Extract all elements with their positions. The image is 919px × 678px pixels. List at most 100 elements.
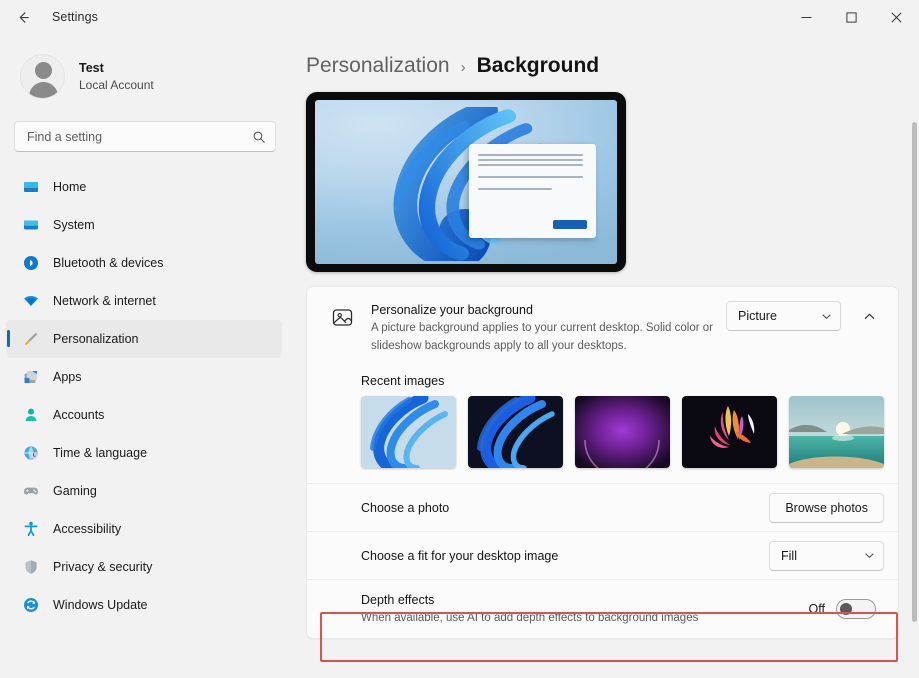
search-input[interactable] [27, 129, 252, 144]
title-bar: Settings [0, 0, 919, 34]
wallpaper-flower-dark[interactable] [682, 396, 777, 469]
sidebar-item-label: Accounts [53, 408, 105, 422]
sidebar-item-label: Privacy & security [53, 560, 153, 574]
collapse-section-button[interactable] [854, 301, 884, 331]
choose-fit-value: Fill [781, 548, 797, 563]
depth-effects-state-label: Off [808, 602, 825, 617]
chevron-down-icon [821, 311, 832, 322]
gamepad-icon [22, 483, 39, 500]
paintbrush-icon [22, 331, 39, 348]
sidebar-item-bluetooth[interactable]: Bluetooth & devices [6, 244, 282, 282]
settings-window: Settings Test Local Account Find a setti… [0, 0, 919, 678]
content-pane: Personalization › Background Personalize… [292, 34, 919, 678]
sidebar-item-label: Home [53, 180, 87, 194]
preview-window-card [469, 144, 596, 238]
wallpaper-bloom-light[interactable] [361, 396, 456, 469]
sidebar-item-network[interactable]: Network & internet [6, 282, 282, 320]
depth-effects-toggle-group: Off [808, 599, 884, 620]
account-type: Local Account [79, 77, 154, 92]
choose-photo-row: Choose a photo Browse photos [307, 483, 898, 531]
sidebar-item-label: Bluetooth & devices [53, 256, 164, 270]
sidebar-item-label: System [53, 218, 95, 232]
accounts-icon [22, 407, 39, 424]
sidebar-item-time-language[interactable]: Time & language [6, 434, 282, 472]
update-refresh-icon [22, 597, 39, 614]
account-name: Test [79, 60, 104, 75]
globe-clock-icon [22, 445, 39, 462]
network-wifi-icon [22, 293, 39, 310]
wallpaper-bloom-dark[interactable] [468, 396, 563, 469]
personalize-text: Personalize your background A picture ba… [371, 301, 726, 355]
shield-icon [22, 559, 39, 576]
sidebar-item-apps[interactable]: Apps [6, 358, 282, 396]
sidebar-item-label: Gaming [53, 484, 97, 498]
window-title: Settings [52, 10, 98, 24]
breadcrumb: Personalization › Background [292, 34, 919, 78]
breadcrumb-parent[interactable]: Personalization [306, 54, 450, 78]
minimize-button[interactable] [784, 0, 829, 34]
system-icon [22, 217, 39, 234]
recent-images-list [361, 396, 884, 469]
sidebar-item-accounts[interactable]: Accounts [6, 396, 282, 434]
sidebar-item-gaming[interactable]: Gaming [6, 472, 282, 510]
recent-images-label: Recent images [361, 374, 445, 389]
sidebar-nav: Home System Bluetooth & devices Network … [0, 168, 292, 624]
recent-images-section: Recent images [307, 369, 898, 483]
account-summary[interactable]: Test Local Account [0, 34, 292, 99]
background-type-dropdown[interactable]: Picture [726, 301, 841, 331]
preview-area [292, 78, 919, 272]
browse-photos-button[interactable]: Browse photos [769, 492, 884, 523]
search-box[interactable] [14, 121, 276, 152]
sidebar-item-label: Apps [53, 370, 82, 384]
preview-screen [315, 100, 617, 264]
depth-effects-text: Depth effects When available, use AI to … [321, 591, 809, 627]
accessibility-icon [22, 521, 39, 538]
page-title: Background [476, 54, 600, 77]
content-scrollbar[interactable] [912, 122, 917, 622]
personalize-background-row: Personalize your background A picture ba… [307, 287, 898, 369]
maximize-icon [846, 11, 857, 23]
home-icon [22, 179, 39, 196]
breadcrumb-separator: › [460, 59, 466, 76]
choose-photo-label: Choose a photo [361, 500, 450, 515]
account-text: Test Local Account [79, 59, 154, 95]
sidebar-item-system[interactable]: System [6, 206, 282, 244]
sidebar-item-personalization[interactable]: Personalization [6, 320, 282, 358]
wallpaper-lagoon[interactable] [789, 396, 884, 469]
personalize-title: Personalize your background [371, 303, 533, 317]
sidebar-item-home[interactable]: Home [6, 168, 282, 206]
sidebar-item-label: Network & internet [53, 294, 156, 308]
chevron-up-icon [864, 313, 874, 319]
close-icon [891, 11, 902, 23]
sidebar-item-label: Time & language [53, 446, 148, 460]
back-button[interactable] [8, 3, 38, 31]
minimize-icon [801, 16, 812, 18]
image-picture-icon [329, 304, 355, 330]
sidebar-item-label: Accessibility [53, 522, 122, 536]
back-arrow-icon [19, 11, 29, 23]
personalize-description: A picture background applies to your cur… [371, 321, 713, 352]
depth-effects-title: Depth effects [361, 593, 435, 608]
window-controls [784, 0, 919, 34]
sidebar: Test Local Account H [0, 34, 292, 678]
toggle-knob [840, 603, 852, 616]
sidebar-item-accessibility[interactable]: Accessibility [6, 510, 282, 548]
depth-effects-row: Depth effects When available, use AI to … [307, 579, 898, 638]
sidebar-item-privacy-security[interactable]: Privacy & security [6, 548, 282, 586]
choose-fit-dropdown[interactable]: Fill [769, 540, 884, 571]
avatar [20, 54, 65, 99]
maximize-button[interactable] [829, 0, 874, 34]
avatar-head [35, 62, 52, 79]
wallpaper-purple-glow[interactable] [575, 396, 670, 469]
sidebar-item-windows-update[interactable]: Windows Update [6, 586, 282, 624]
choose-fit-row: Choose a fit for your desktop image Fill [307, 531, 898, 579]
sidebar-item-label: Windows Update [53, 598, 148, 612]
choose-fit-label: Choose a fit for your desktop image [361, 548, 559, 563]
depth-effects-toggle[interactable] [836, 599, 876, 620]
background-type-value: Picture [738, 309, 777, 323]
chevron-down-icon [864, 550, 875, 561]
close-button[interactable] [874, 0, 919, 34]
desktop-wallpaper-preview [306, 92, 626, 272]
background-settings-card: Personalize your background A picture ba… [306, 286, 899, 640]
sidebar-item-label: Personalization [53, 332, 139, 346]
